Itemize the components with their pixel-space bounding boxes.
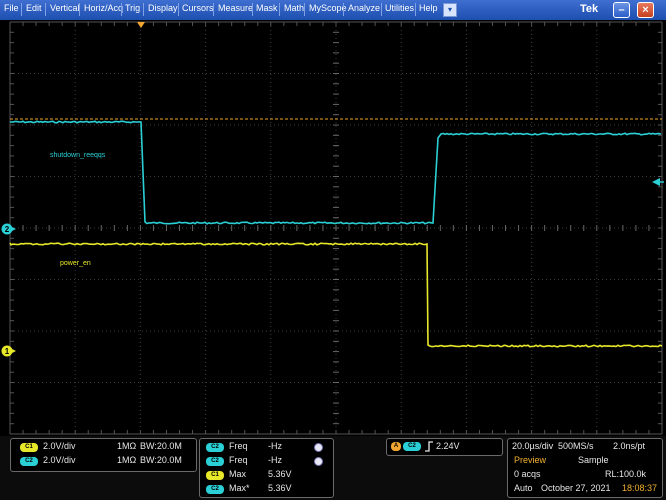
record-length: RL:100.0k [605,469,647,479]
waveform-display[interactable]: 2 1 shutdown_reeqqs power_en [0,20,666,436]
menu-separator [178,3,179,16]
meas1-badge: C2 [206,443,224,452]
close-button[interactable]: × [637,2,654,18]
ch1-bandwidth: BW:20.0M [140,441,182,451]
clock: 18:08:37 [622,483,658,493]
acq-count: 0 acqs [514,469,541,479]
close-icon: × [642,4,649,16]
menu-help[interactable]: Help [419,3,438,13]
rising-edge-icon [425,441,433,452]
menu-separator [213,3,214,16]
menu-vertical[interactable]: Vertical [50,3,80,13]
meas3-value: 5.36V [268,469,292,479]
menu-bar: File Edit Vertical Horiz/Acq Trig Displa… [0,0,666,21]
acq-state: Preview [514,455,547,465]
menu-separator [304,3,305,16]
menu-separator [45,3,46,16]
menu-math[interactable]: Math [284,3,304,13]
meas2-badge: C2 [206,457,224,466]
menu-dropdown-button[interactable]: ▾ [443,3,457,17]
ch2-scale[interactable]: 2.0V/div [43,455,76,465]
trigger-source-badge: C2 [403,442,421,451]
menu-separator [21,3,22,16]
ch2-waveform-label[interactable]: shutdown_reeqqs [50,152,106,159]
run-mode: Auto [514,483,533,493]
meas2-info-icon[interactable] [314,457,323,466]
meas1-name: Freq [229,441,248,451]
meas2-value: -Hz [268,455,282,465]
meas1-info-icon[interactable] [314,443,323,452]
menu-separator [415,3,416,16]
ch2-marker-label: 2 [5,225,10,234]
menu-cursors[interactable]: Cursors [182,3,214,13]
menu-trig[interactable]: Trig [125,3,140,13]
timebase[interactable]: 20.0µs/div [512,441,553,451]
meas3-name: Max [229,469,247,479]
resolution: 2.0ns/pt [613,441,646,451]
tek-logo: Tek [580,3,599,15]
menu-display[interactable]: Display [148,3,178,13]
menu-separator [79,3,80,16]
menu-measure[interactable]: Measure [218,3,253,13]
meas3-badge: C1 [206,471,224,480]
ch1-waveform-label[interactable]: power_en [60,260,91,267]
menu-edit[interactable]: Edit [26,3,42,13]
grid-lines [9,21,663,435]
trigger-mode-badge: A [391,442,401,451]
ch2-bandwidth: BW:20.0M [140,455,182,465]
sample-rate: 500MS/s [558,441,594,451]
graticule: 2 1 shutdown_reeqqs power_en [1,21,664,435]
trigger-level[interactable]: 2.24V [436,441,460,451]
menu-utilities[interactable]: Utilities [385,3,414,13]
menu-file[interactable]: File [4,3,19,13]
ch1-ground-arrow-icon [12,349,16,353]
menu-separator [381,3,382,16]
ch2-waveform [10,120,662,225]
meas4-badge: C2 [206,485,224,494]
acq-mode: Sample [578,455,609,465]
date: October 27, 2021 [541,483,611,493]
menu-horiz-acq[interactable]: Horiz/Acq [84,3,123,13]
ch1-scale[interactable]: 2.0V/div [43,441,76,451]
menu-mask[interactable]: Mask [256,3,278,13]
menu-separator [143,3,144,16]
meas2-name: Freq [229,455,248,465]
trigger-position-icon[interactable] [137,22,145,28]
meas4-name: Max* [229,483,250,493]
ch1-coupling: 1MΩ [117,441,137,451]
menu-analyze[interactable]: Analyze [348,3,380,13]
ch2-badge: C2 [20,457,38,466]
ch1-badge: C1 [20,443,38,452]
menu-separator [252,3,253,16]
ch1-marker-label: 1 [5,347,10,356]
menu-myscope[interactable]: MyScope [309,3,347,13]
ch2-coupling: 1MΩ [117,455,137,465]
menu-separator [343,3,344,16]
meas4-value: 5.36V [268,483,292,493]
menu-separator [121,3,122,16]
meas1-value: -Hz [268,441,282,451]
minimize-icon: – [618,4,625,16]
minimize-button[interactable]: – [613,2,630,18]
menu-separator [279,3,280,16]
readout-panel: C1 2.0V/div 1MΩ BW:20.0M C2 2.0V/div 1MΩ… [0,436,666,500]
